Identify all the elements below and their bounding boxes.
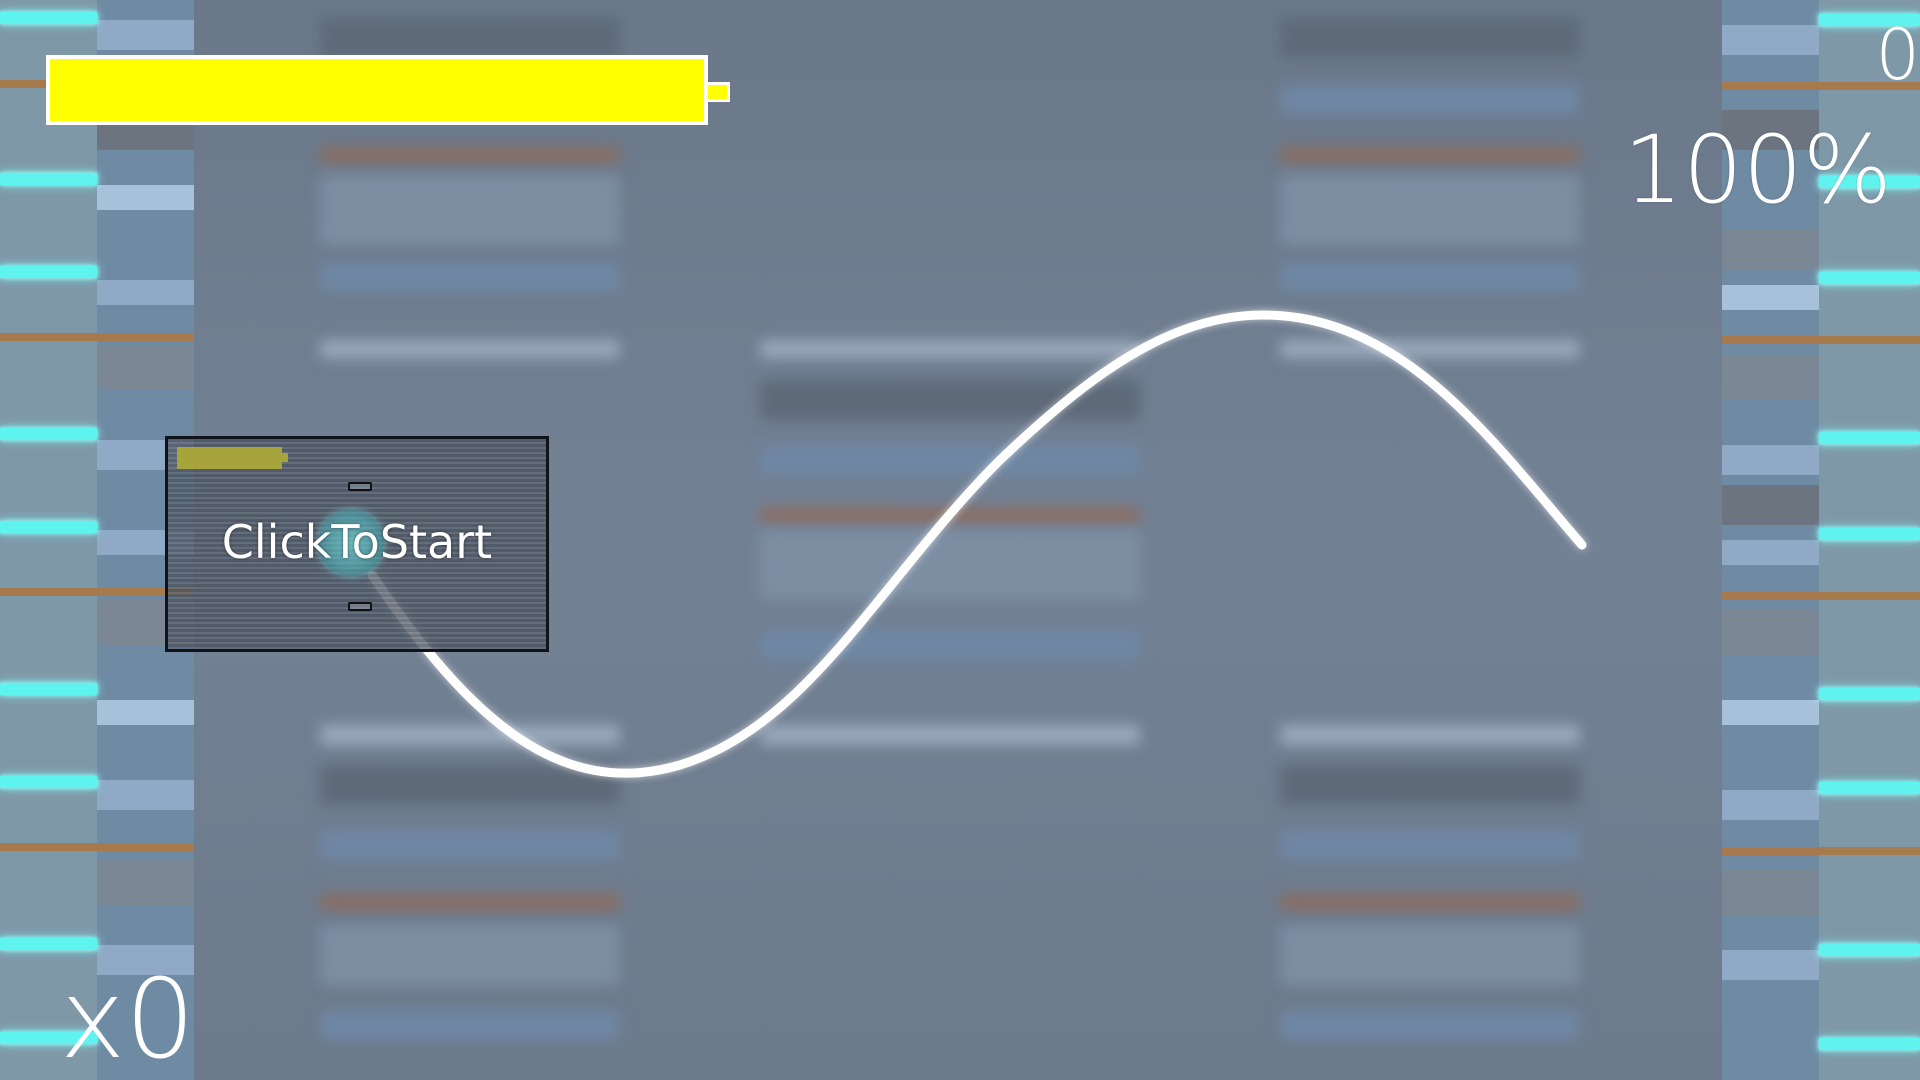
combo-counter: x0 <box>60 955 196 1080</box>
track-line <box>367 310 1587 778</box>
click-to-start-label[interactable]: ClickToStart <box>168 514 546 570</box>
accuracy-display: 100% <box>1623 116 1892 225</box>
start-panel[interactable]: ClickToStart <box>165 436 549 652</box>
mini-health-bar <box>177 447 282 469</box>
top-handle[interactable] <box>348 482 372 491</box>
mini-health-bar-tip <box>282 453 288 462</box>
health-bar <box>46 55 708 125</box>
health-bar-tip <box>708 82 730 102</box>
bottom-handle[interactable] <box>348 602 372 611</box>
game-stage[interactable]: ClickToStart 0 100% x0 <box>0 0 1920 1080</box>
score-counter: 0 <box>1875 14 1920 96</box>
